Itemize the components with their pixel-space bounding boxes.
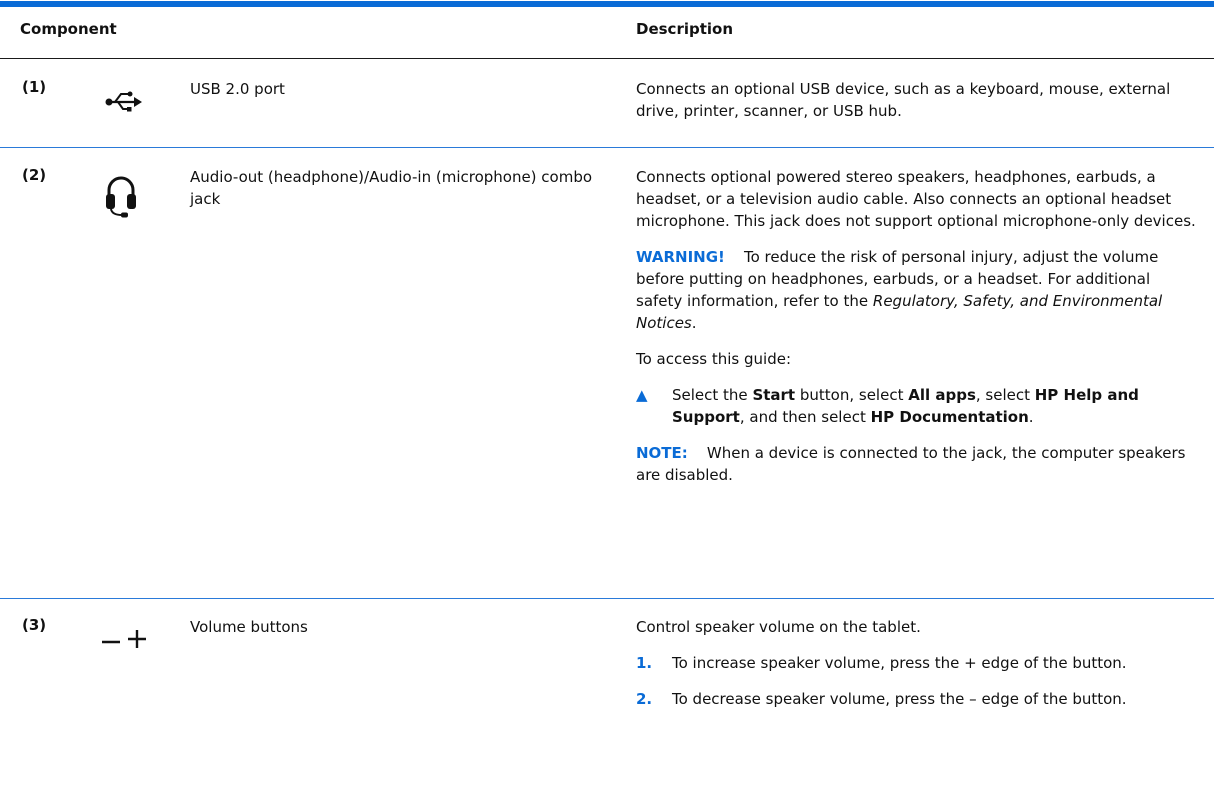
step-item: 2. To decrease speaker volume, press the… <box>636 688 1196 710</box>
row-number: (2) <box>22 166 47 184</box>
bullet-bold: HP Documentation <box>870 408 1029 426</box>
bullet-part: , and then select <box>739 408 871 426</box>
component-name: USB 2.0 port <box>190 80 285 98</box>
top-rule <box>0 1 1214 7</box>
component-description: Connects an optional USB device, such as… <box>636 78 1196 136</box>
step-number: 2. <box>636 690 653 708</box>
bullet-part: Select the <box>672 386 753 404</box>
bullet-part: button, select <box>795 386 909 404</box>
volume-minus-plus-icon <box>100 628 148 654</box>
triangle-bullet-icon: ▲ <box>636 386 648 404</box>
header-component: Component <box>20 20 117 38</box>
note-label: NOTE: <box>636 444 688 462</box>
row-divider <box>0 147 1214 148</box>
note-paragraph: NOTE: When a device is connected to the … <box>636 442 1196 486</box>
bullet-text: Select the Start button, select All apps… <box>672 384 1196 428</box>
bullet-bold: All apps <box>908 386 976 404</box>
component-name: Audio-out (headphone)/Audio-in (micropho… <box>190 168 593 208</box>
warning-label: WARNING! <box>636 248 725 266</box>
component-description: Control speaker volume on the tablet. 1.… <box>636 616 1196 724</box>
row-number: (3) <box>22 616 47 634</box>
bullet-part: , select <box>975 386 1035 404</box>
component-name: Volume buttons <box>190 618 308 636</box>
usb-icon <box>104 82 144 120</box>
description-text: Connects an optional USB device, such as… <box>636 80 1171 120</box>
step-text: To decrease speaker volume, press the – … <box>672 690 1127 708</box>
component-description: Connects optional powered stereo speaker… <box>636 166 1196 486</box>
headset-icon <box>104 172 138 222</box>
access-text: To access this guide: <box>636 350 792 368</box>
warning-paragraph: WARNING! To reduce the risk of personal … <box>636 246 1196 334</box>
step-number: 1. <box>636 654 653 672</box>
step-text: To increase speaker volume, press the + … <box>672 654 1127 672</box>
bullet-bold: Start <box>752 386 796 404</box>
warning-end: . <box>691 314 697 332</box>
header-rule <box>0 58 1214 59</box>
step-item: 1. To increase speaker volume, press the… <box>636 652 1196 674</box>
header-description: Description <box>636 20 734 38</box>
row-divider <box>0 598 1214 599</box>
bullet-part: . <box>1028 408 1034 426</box>
description-text: Connects optional powered stereo speaker… <box>636 168 1196 230</box>
note-text: When a device is connected to the jack, … <box>636 444 1186 484</box>
description-text: Control speaker volume on the tablet. <box>636 618 921 636</box>
instruction-bullet: ▲ Select the Start button, select All ap… <box>636 384 1196 428</box>
row-number: (1) <box>22 78 47 96</box>
